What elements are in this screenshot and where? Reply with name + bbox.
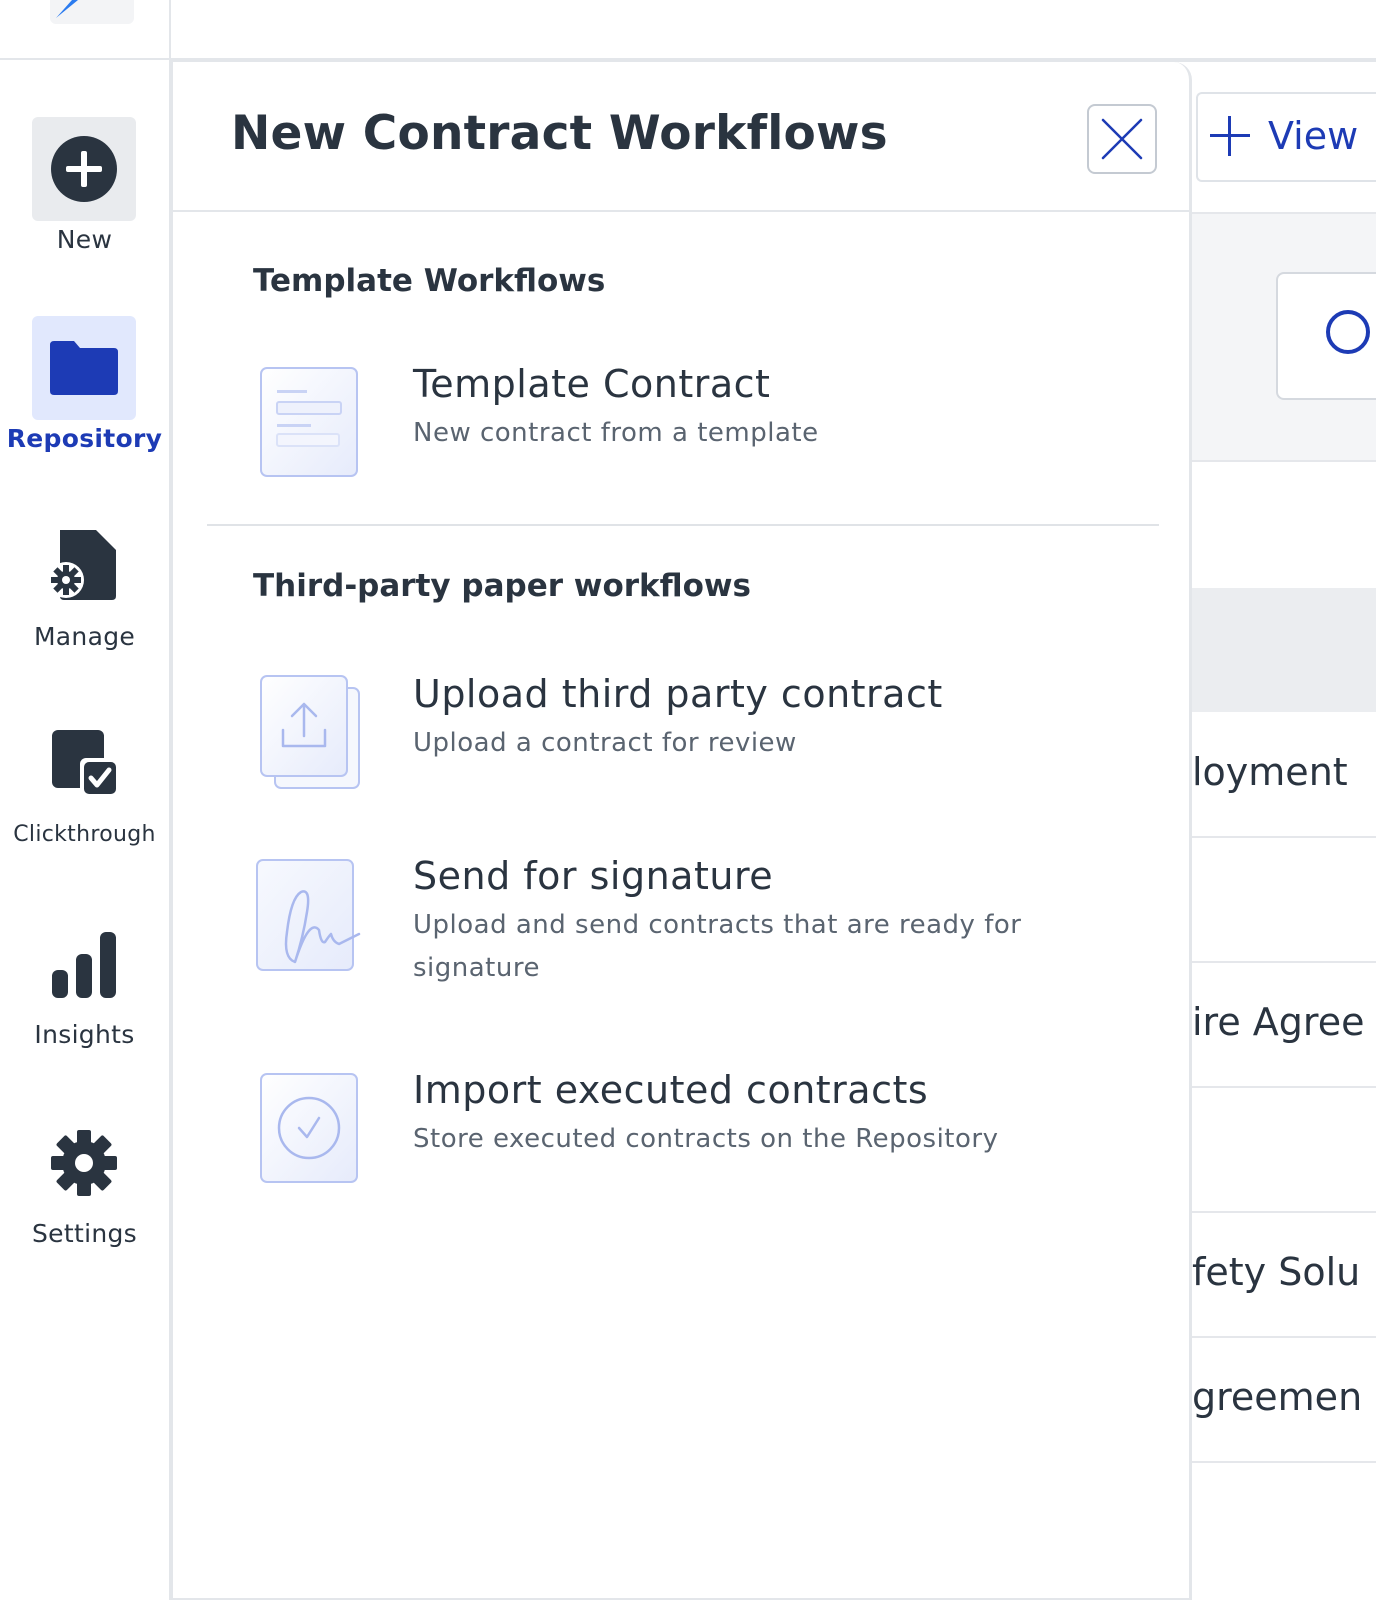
upload-document-icon xyxy=(260,675,360,789)
search-box[interactable] xyxy=(1276,272,1376,400)
section-title-template: Template Workflows xyxy=(253,263,606,299)
sidebar-divider xyxy=(0,58,171,60)
workflow-template-contract[interactable]: Template Contract New contract from a te… xyxy=(253,362,1133,482)
sidebar-item-label: Repository xyxy=(6,424,163,453)
section-title-third-party: Third-party paper workflows xyxy=(253,568,752,604)
new-view-label: View xyxy=(1268,114,1359,158)
table-row[interactable] xyxy=(1192,1087,1376,1213)
workflow-description: Store executed contracts on the Reposito… xyxy=(413,1124,999,1154)
table-row[interactable]: greemen xyxy=(1192,1337,1376,1463)
folder-icon xyxy=(32,316,136,420)
sidebar-nav: New Repository Manage Clickthrough Insig… xyxy=(0,0,171,1600)
sidebar-item-manage[interactable]: Manage xyxy=(0,514,169,674)
signature-icon xyxy=(256,859,361,971)
sidebar-item-label: Manage xyxy=(33,622,136,651)
table-row[interactable]: ire Agree xyxy=(1192,962,1376,1088)
workflow-send-for-signature[interactable]: Send for signature Upload and send contr… xyxy=(253,854,1133,1004)
brand-logo[interactable] xyxy=(50,0,134,24)
workflow-description: New contract from a template xyxy=(413,418,819,448)
table-row[interactable]: loyment xyxy=(1192,712,1376,838)
panel-title: New Contract Workflows xyxy=(231,106,888,161)
sidebar-item-new[interactable]: New xyxy=(0,117,169,277)
table-header xyxy=(1192,588,1376,712)
bar-chart-icon xyxy=(32,912,136,1016)
workflow-description: Upload and send contracts that are ready… xyxy=(413,910,1022,983)
sidebar-item-settings[interactable]: Settings xyxy=(0,1111,169,1271)
sidebar-item-label: Insights xyxy=(34,1020,135,1049)
sidebar-item-clickthrough[interactable]: Clickthrough xyxy=(0,714,169,874)
workflow-title: Import executed contracts xyxy=(413,1068,929,1112)
sidebar-item-repository[interactable]: Repository xyxy=(0,316,169,476)
document-gear-icon xyxy=(32,514,136,618)
workflow-description: Upload a contract for review xyxy=(413,728,797,758)
workflow-title: Upload third party contract xyxy=(413,672,943,716)
workflow-title: Template Contract xyxy=(413,362,771,406)
table-row[interactable]: fety Solu xyxy=(1192,1212,1376,1338)
row-title: loyment xyxy=(1192,750,1348,794)
plus-icon xyxy=(1210,116,1250,156)
plus-circle-icon xyxy=(32,117,136,221)
check-document-icon xyxy=(260,1073,358,1183)
template-document-icon xyxy=(260,367,358,477)
search-icon xyxy=(1326,310,1370,354)
panel-header: New Contract Workflows xyxy=(173,62,1191,212)
sidebar-item-insights[interactable]: Insights xyxy=(0,912,169,1072)
new-contract-workflows-panel: New Contract Workflows Template Workflow… xyxy=(171,62,1192,1600)
new-view-button[interactable]: View xyxy=(1196,92,1376,182)
close-icon xyxy=(1101,118,1143,160)
document-check-icon xyxy=(32,714,136,818)
row-title: fety Solu xyxy=(1192,1250,1361,1294)
workflow-import-executed[interactable]: Import executed contracts Store executed… xyxy=(253,1068,1133,1188)
section-divider xyxy=(207,524,1159,526)
table-row[interactable] xyxy=(1192,837,1376,963)
sidebar-item-label: New xyxy=(56,225,113,254)
sidebar-item-label: Clickthrough xyxy=(13,822,156,847)
workflow-title: Send for signature xyxy=(413,854,774,898)
row-title: greemen xyxy=(1192,1375,1363,1419)
workflow-upload-third-party[interactable]: Upload third party contract Upload a con… xyxy=(253,672,1133,792)
row-title: ire Agree xyxy=(1192,1000,1365,1044)
close-button[interactable] xyxy=(1087,104,1157,174)
gear-icon xyxy=(32,1111,136,1215)
sidebar-item-label: Settings xyxy=(32,1219,137,1248)
